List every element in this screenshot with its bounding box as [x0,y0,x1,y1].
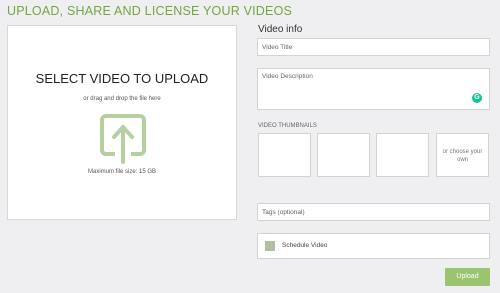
schedule-label: Schedule Video [282,242,328,249]
thumbnail-slot-3[interactable] [376,133,429,177]
max-file-size: Maximum file size: 15 GB [87,169,157,175]
video-title-input[interactable]: Video Title [257,38,490,56]
upload-arrow-icon[interactable] [100,114,146,166]
tags-placeholder: Tags (optional) [262,209,305,216]
thumbnail-slot-1[interactable] [258,133,311,177]
thumbnail-slot-2[interactable] [317,133,370,177]
video-title-placeholder: Video Title [262,44,293,51]
upload-heading: SELECT VIDEO TO UPLOAD [35,71,209,86]
video-description-placeholder: Video Description [262,73,313,80]
page-title: UPLOAD, SHARE AND LICENSE YOUR VIDEOS [7,4,293,18]
video-info-title: Video info [258,24,303,35]
choose-own-label: or choose your own [442,149,483,163]
upload-button[interactable]: Upload [445,268,490,286]
drag-drop-hint: or drag and drop the file here [83,96,161,102]
choose-own-thumbnail[interactable]: or choose your own [436,133,489,177]
tags-input[interactable]: Tags (optional) [257,203,490,221]
video-drop-zone[interactable]: SELECT VIDEO TO UPLOAD or drag and drop … [7,25,237,220]
grammarly-icon[interactable]: G [472,93,482,103]
schedule-video-row[interactable]: Schedule Video [257,233,490,259]
thumbnails-label: VIDEO THUMBNAILS [258,123,317,129]
schedule-checkbox[interactable] [265,241,275,251]
video-description-input[interactable]: Video Description G [257,68,490,110]
